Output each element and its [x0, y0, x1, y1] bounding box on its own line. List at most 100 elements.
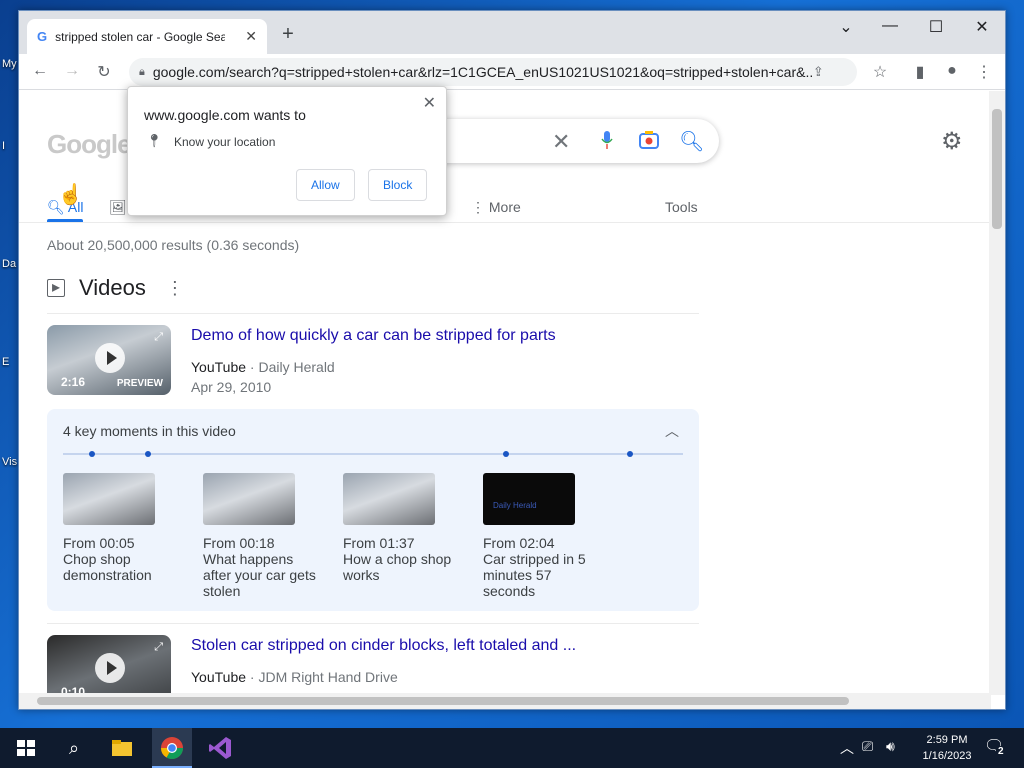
moment-label: Car stripped in 5 minutes 57 seconds	[483, 551, 586, 599]
moment-thumbnail[interactable]: Daily Herald	[483, 473, 575, 525]
image-icon: 🖼︎	[109, 199, 127, 215]
taskbar: ⌕ ︿ ⎚ 🔊︎ 2:59 PM 1/16/2023 🗨︎ 2	[0, 728, 1024, 768]
expand-icon: ⤢	[154, 331, 163, 343]
play-icon	[95, 343, 125, 373]
system-clock[interactable]: 2:59 PM 1/16/2023	[916, 732, 978, 764]
file-explorer-icon[interactable]	[108, 734, 136, 762]
browser-tab[interactable]: G stripped stolen car - Google Sear ✕	[27, 19, 267, 54]
video-thumbnail[interactable]: ⤢ 0:10	[47, 635, 171, 695]
vertical-scrollbar[interactable]	[989, 91, 1005, 695]
video-thumbnail[interactable]: ⤢ 2:16 PREVIEW	[47, 325, 171, 395]
videos-section-title: Videos	[79, 275, 146, 300]
popup-close-icon[interactable]: ✕	[423, 93, 436, 113]
moment-label: Chop shop demonstration	[63, 551, 152, 583]
tab-more[interactable]: ⋮ More	[471, 199, 521, 216]
desktop-icon-label[interactable]: My	[2, 58, 17, 70]
block-button[interactable]: Block	[368, 169, 428, 201]
search-icon[interactable]: 🔍︎	[679, 129, 704, 154]
close-window-button[interactable]: ✕	[967, 17, 997, 37]
moments-timeline	[63, 451, 683, 457]
horizontal-scrollbar[interactable]	[19, 693, 991, 709]
divider	[47, 313, 699, 314]
scrollbar-thumb[interactable]	[992, 109, 1002, 229]
microphone-icon[interactable]	[601, 131, 613, 149]
google-doodle-logo[interactable]: Google	[47, 129, 132, 160]
timeline-dot[interactable]	[627, 451, 633, 457]
moment-thumbnail[interactable]	[343, 473, 435, 525]
back-arrow-icon[interactable]: ←	[29, 62, 51, 80]
moment-thumbnail[interactable]	[203, 473, 295, 525]
tab-images[interactable]: 🖼︎	[109, 199, 127, 216]
scrollbar-thumb[interactable]	[37, 697, 849, 705]
settings-gear-icon[interactable]: ⚙	[941, 127, 963, 156]
key-moment[interactable]: Daily Herald From 02:04 Car stripped in …	[483, 473, 603, 599]
share-icon[interactable]: ⇪	[813, 64, 824, 80]
desktop-icon-label[interactable]: Da	[2, 258, 16, 270]
moment-timestamp: From 00:18	[203, 535, 275, 551]
video-duration: 2:16	[61, 375, 86, 389]
hand-cursor-icon: ☝	[58, 184, 83, 206]
moment-timestamp: From 01:37	[343, 535, 415, 551]
volume-icon[interactable]: 🔊︎	[886, 738, 895, 755]
divider	[47, 623, 699, 624]
minimize-button[interactable]: —	[875, 17, 905, 35]
tab-search-chevron-icon[interactable]: ⌄	[831, 17, 861, 37]
collapse-chevron-icon[interactable]: ︿	[665, 421, 679, 441]
preview-badge: PREVIEW	[116, 378, 163, 389]
popup-title: www.google.com wants to	[144, 107, 306, 123]
show-hidden-icons-icon[interactable]: ︿	[840, 738, 854, 758]
desktop-icon-label[interactable]: E	[2, 356, 9, 368]
video-channel: JDM Right Hand Drive	[258, 669, 398, 685]
video-title-link[interactable]: Stolen car stripped on cinder blocks, le…	[191, 637, 576, 655]
timeline-dot[interactable]	[89, 451, 95, 457]
result-stats: About 20,500,000 results (0.36 seconds)	[47, 237, 300, 253]
side-panel-icon[interactable]: ▮	[909, 62, 931, 82]
new-tab-button[interactable]: +	[277, 23, 299, 45]
video-meta: YouTube · Daily Herald	[191, 359, 335, 375]
location-permission-popup: www.google.com wants to ✕ 📍︎ Know your l…	[127, 86, 447, 216]
videos-section-header: ▸ Videos ⋮	[47, 275, 184, 301]
video-date: Apr 29, 2010	[191, 379, 272, 395]
network-icon[interactable]: ⎚	[862, 738, 873, 755]
url-text[interactable]: google.com/search?q=stripped+stolen+car&…	[153, 64, 813, 80]
bookmark-star-icon[interactable]: ☆	[869, 62, 891, 82]
timeline-dot[interactable]	[145, 451, 151, 457]
desktop-icon-label[interactable]: I	[2, 140, 5, 152]
permission-text: Know your location	[174, 135, 276, 149]
tab-bar: G stripped stolen car - Google Sear ✕ + …	[19, 11, 1005, 54]
videos-options-icon[interactable]: ⋮	[166, 278, 184, 299]
profile-avatar-icon[interactable]: ●	[941, 62, 963, 80]
desktop-icon-label[interactable]: Vis	[2, 456, 17, 468]
moment-thumbnail[interactable]	[63, 473, 155, 525]
windows-start-icon[interactable]	[12, 734, 40, 762]
key-moment[interactable]: From 00:05 Chop shop demonstration	[63, 473, 183, 583]
video-meta: YouTube · JDM Right Hand Drive	[191, 669, 398, 685]
chrome-icon[interactable]	[158, 734, 186, 762]
clock-date: 1/16/2023	[922, 750, 972, 762]
address-bar[interactable]: 🔒︎ google.com/search?q=stripped+stolen+c…	[129, 58, 857, 86]
video-title-link[interactable]: Demo of how quickly a car can be strippe…	[191, 327, 556, 345]
video-play-icon: ▸	[47, 279, 65, 297]
timeline-dot[interactable]	[503, 451, 509, 457]
maximize-button[interactable]: ☐	[921, 17, 951, 37]
key-moment[interactable]: From 01:37 How a chop shop works	[343, 473, 463, 583]
toolbar: ← → ↻ 🔒︎ google.com/search?q=stripped+st…	[19, 54, 1005, 90]
daily-herald-logo: Daily Herald	[493, 501, 537, 510]
camera-lens-icon[interactable]	[639, 130, 659, 150]
visual-studio-icon[interactable]	[206, 734, 234, 762]
lock-icon[interactable]: 🔒︎	[139, 66, 145, 79]
location-pin-icon: 📍︎	[146, 133, 163, 148]
tab-close-icon[interactable]: ✕	[245, 28, 257, 45]
menu-kebab-icon[interactable]: ⋮	[973, 62, 995, 82]
allow-button[interactable]: Allow	[296, 169, 355, 201]
search-icon[interactable]: ⌕	[60, 734, 88, 762]
reload-icon[interactable]: ↻	[93, 62, 115, 82]
forward-arrow-icon[interactable]: →	[61, 62, 83, 80]
key-moment[interactable]: From 00:18 What happens after your car g…	[203, 473, 323, 599]
moment-label: What happens after your car gets stolen	[203, 551, 316, 599]
key-moments-header[interactable]: 4 key moments in this video	[63, 423, 236, 439]
expand-icon: ⤢	[154, 641, 163, 653]
tab-tools[interactable]: Tools	[665, 199, 698, 215]
tab-title: stripped stolen car - Google Sear	[55, 29, 226, 44]
clear-search-icon[interactable]: ✕	[552, 129, 570, 155]
